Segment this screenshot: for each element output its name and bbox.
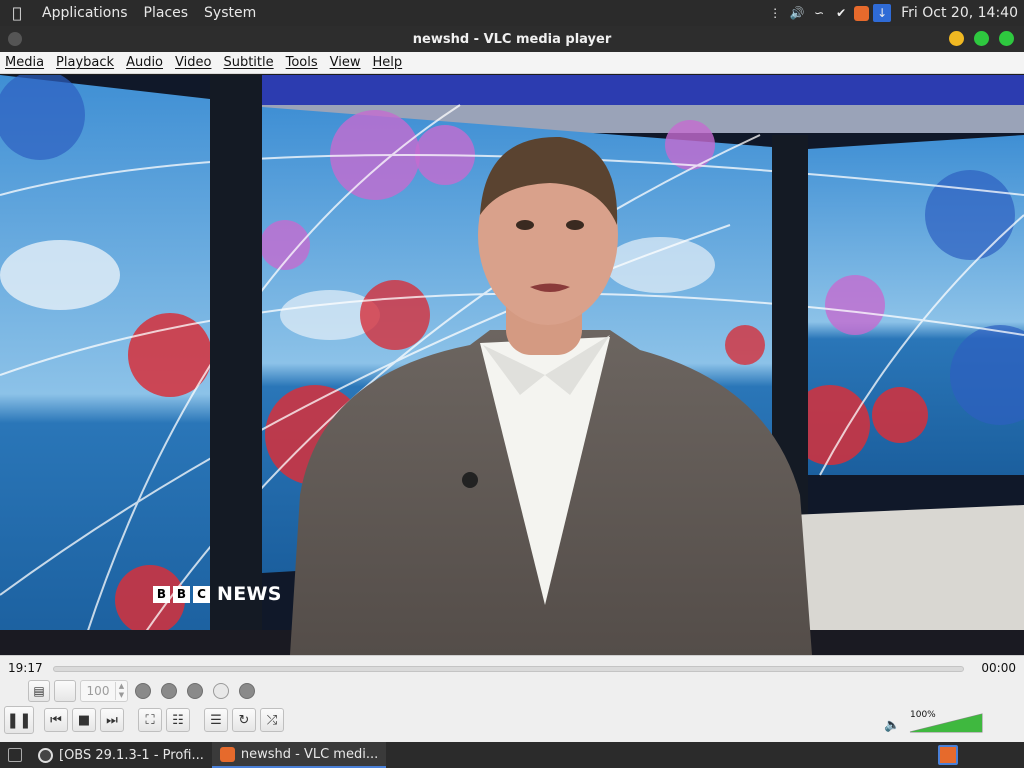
spinbox-input[interactable] bbox=[81, 681, 115, 701]
elapsed-time[interactable]: 19:17 bbox=[8, 661, 43, 675]
show-desktop-button[interactable] bbox=[0, 742, 30, 768]
next-button[interactable]: ⏭ bbox=[100, 708, 124, 732]
apple-logo-icon[interactable]:  bbox=[0, 4, 34, 22]
repeat-icon[interactable]: ↻ bbox=[232, 708, 256, 732]
volume-control[interactable]: 🔈 100% bbox=[884, 710, 1002, 734]
obs-icon bbox=[38, 747, 53, 763]
news-label: NEWS bbox=[217, 583, 282, 605]
menu-playback[interactable]: Playback bbox=[51, 55, 121, 70]
bbc-news-logo: B B C NEWS bbox=[153, 583, 282, 605]
clock[interactable]: Fri Oct 20, 14:40 bbox=[895, 5, 1018, 21]
video-frame[interactable]: B B C NEWS bbox=[0, 75, 1024, 655]
network-icon[interactable]: ∽ bbox=[810, 4, 828, 22]
menu-video[interactable]: Video bbox=[170, 55, 218, 70]
disabled-toggle-button[interactable] bbox=[54, 680, 76, 702]
frame-step-indicator[interactable] bbox=[213, 683, 229, 699]
taskbar-item-obs[interactable]: [OBS 29.1.3-1 - Profi... bbox=[30, 742, 212, 768]
value-spinbox[interactable]: ▲▼ bbox=[80, 680, 128, 702]
shuffle-icon[interactable]: ⤮ bbox=[260, 708, 284, 732]
speaker-icon[interactable]: 🔈 bbox=[884, 718, 900, 733]
previous-button[interactable]: ⏮ bbox=[44, 708, 68, 732]
volume-icon[interactable]: 🔊 bbox=[788, 4, 806, 22]
extra-indicator[interactable] bbox=[239, 683, 255, 699]
record-indicator[interactable] bbox=[135, 683, 151, 699]
applications-menu[interactable]: Applications bbox=[34, 5, 136, 21]
advanced-controls: ▤ ▲▼ bbox=[28, 679, 258, 703]
menu-subtitle[interactable]: Subtitle bbox=[218, 55, 280, 70]
taskbar-item-label: newshd - VLC medi... bbox=[240, 746, 379, 762]
vlc-tray-icon[interactable] bbox=[854, 5, 870, 21]
desktop-icon bbox=[8, 748, 22, 762]
window-titlebar[interactable]: newshd - VLC media player bbox=[0, 26, 1024, 52]
window-title: newshd - VLC media player bbox=[412, 31, 612, 47]
remaining-time[interactable]: 00:00 bbox=[981, 661, 1016, 675]
minimize-button[interactable] bbox=[949, 31, 964, 46]
vlc-icon bbox=[219, 746, 235, 762]
top-panel:  Applications Places System ⋮ 🔊 ∽ ✔ ↓ F… bbox=[0, 0, 1024, 26]
main-controls: ❚❚ ⏮ ■ ⏭ ⛶ ☷ ☰ ↻ ⤮ bbox=[4, 705, 288, 735]
check-icon[interactable]: ✔ bbox=[832, 4, 850, 22]
menu-media[interactable]: Media bbox=[0, 55, 51, 70]
system-tray: ⋮ 🔊 ∽ ✔ ↓ Fri Oct 20, 14:40 bbox=[766, 4, 1024, 22]
menu-view[interactable]: View bbox=[325, 55, 368, 70]
seek-row: 19:17 00:00 bbox=[0, 660, 1024, 678]
system-menu[interactable]: System bbox=[196, 5, 264, 21]
menu-tools[interactable]: Tools bbox=[281, 55, 325, 70]
workspace-vlc-icon[interactable] bbox=[938, 745, 958, 765]
taskbar-item-vlc[interactable]: newshd - VLC medi... bbox=[211, 742, 387, 768]
bbc-logo-letter: B bbox=[153, 585, 170, 603]
spinbox-arrows-icon[interactable]: ▲ ▼ bbox=[115, 682, 127, 700]
fullscreen-icon[interactable]: ⛶ bbox=[138, 708, 162, 732]
controls-panel: 19:17 00:00 ▤ ▲▼ ❚❚ ⏮ ■ ⏭ ⛶ ☷ ☰ ↻ ⤮ 🔈 10… bbox=[0, 655, 1024, 742]
menu-help[interactable]: Help bbox=[368, 55, 410, 70]
stop-button[interactable]: ■ bbox=[72, 708, 96, 732]
menubar: Media Playback Audio Video Subtitle Tool… bbox=[0, 52, 1024, 74]
menu-dots-icon[interactable]: ⋮ bbox=[766, 4, 784, 22]
places-menu[interactable]: Places bbox=[136, 5, 197, 21]
pause-button[interactable]: ❚❚ bbox=[4, 706, 34, 734]
playlist-view-icon[interactable]: ▤ bbox=[28, 680, 50, 702]
menu-audio[interactable]: Audio bbox=[121, 55, 170, 70]
taskbar-item-label: [OBS 29.1.3-1 - Profi... bbox=[59, 747, 204, 763]
bottom-taskbar: [OBS 29.1.3-1 - Profi... newshd - VLC me… bbox=[0, 742, 1024, 768]
news-studio-image bbox=[0, 75, 1024, 655]
seek-slider[interactable] bbox=[53, 666, 964, 672]
playlist-icon[interactable]: ☰ bbox=[204, 708, 228, 732]
update-arrow-icon[interactable]: ↓ bbox=[873, 4, 892, 22]
snapshot-indicator[interactable] bbox=[161, 683, 177, 699]
close-button[interactable] bbox=[999, 31, 1014, 46]
loop-ab-indicator[interactable] bbox=[187, 683, 203, 699]
volume-slider[interactable] bbox=[908, 713, 984, 733]
window-menu-icon[interactable] bbox=[8, 32, 22, 46]
bbc-logo-letter: C bbox=[193, 585, 210, 603]
equalizer-icon[interactable]: ☷ bbox=[166, 708, 190, 732]
bbc-logo-letter: B bbox=[173, 585, 190, 603]
maximize-button[interactable] bbox=[974, 31, 989, 46]
